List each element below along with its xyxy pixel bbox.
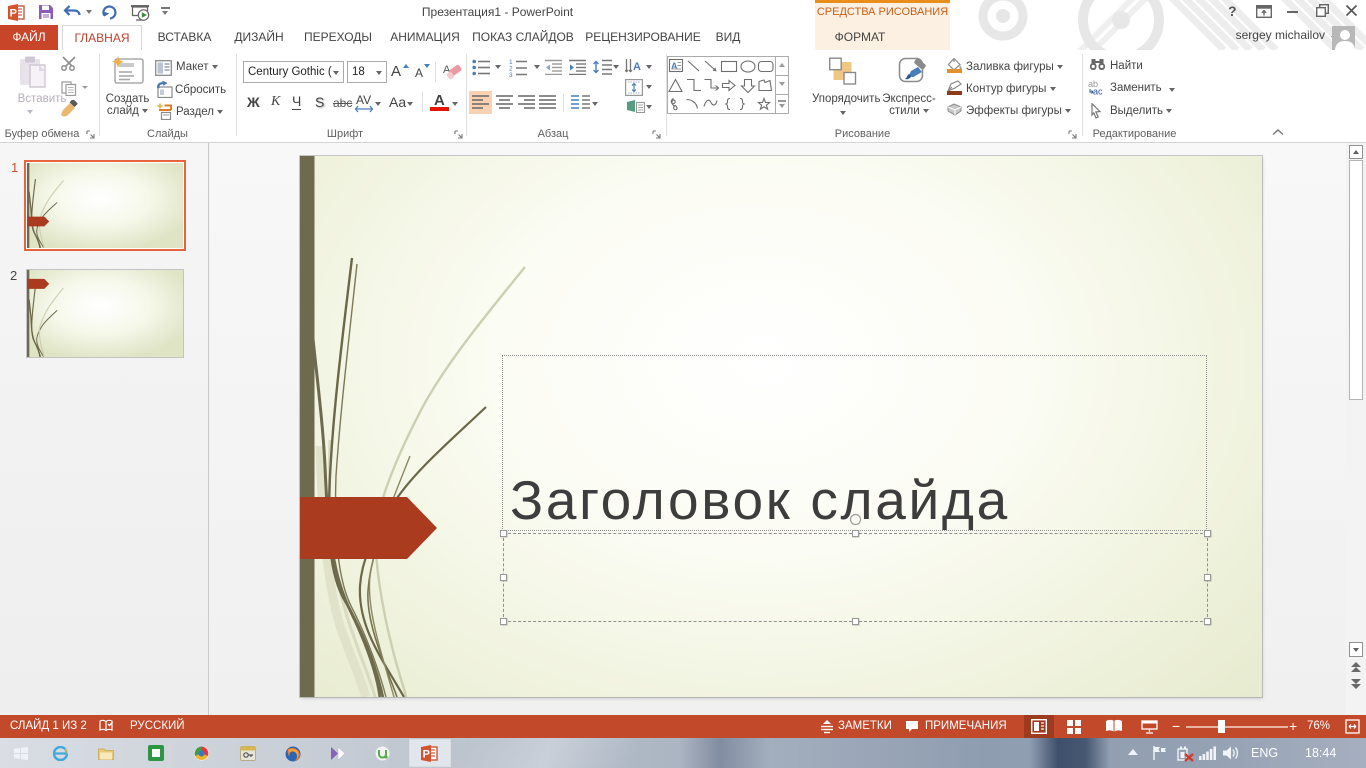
svg-text:P: P — [423, 749, 430, 761]
svg-text:A: A — [633, 61, 641, 73]
svg-text:P: P — [10, 8, 17, 20]
svg-text:3: 3 — [509, 72, 513, 77]
svg-text:ac: ac — [1093, 87, 1103, 96]
